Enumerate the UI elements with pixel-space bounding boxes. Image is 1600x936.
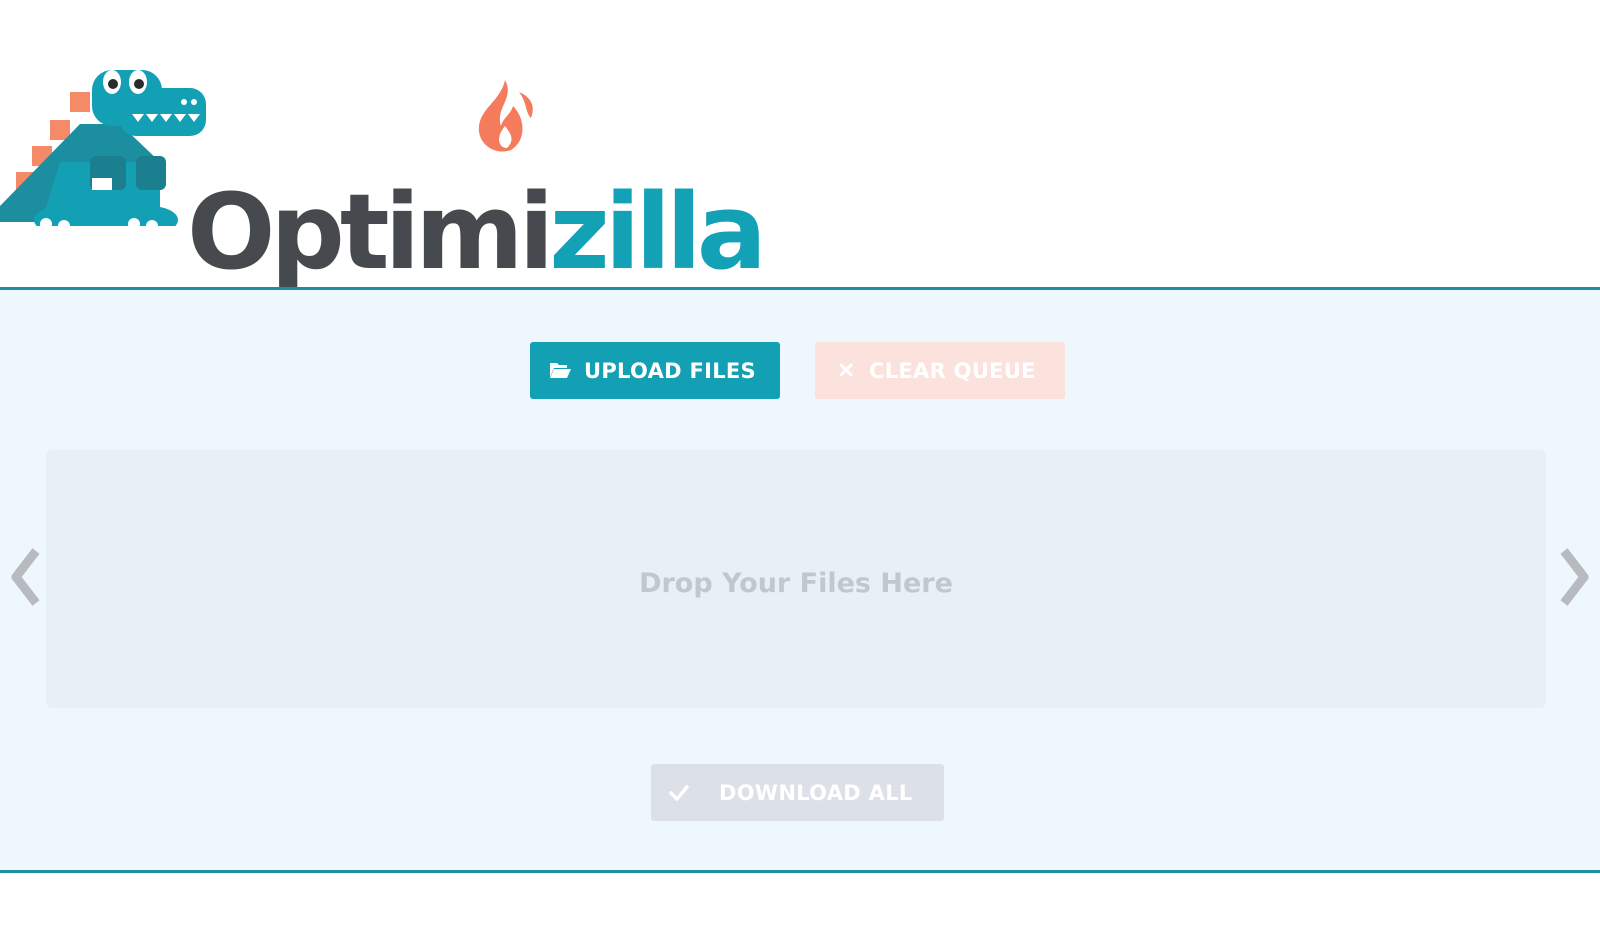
optimizilla-logo[interactable]: Optimizilla: [0, 62, 767, 284]
download-all-label: DOWNLOAD ALL: [719, 780, 913, 805]
file-dropzone[interactable]: Drop Your Files Here: [46, 450, 1546, 708]
app-frame: Optimizilla UPLOAD FILES CLEAR QUEUE Dro…: [0, 0, 1600, 936]
close-icon: [837, 358, 855, 382]
flame-icon: [478, 80, 533, 152]
upload-panel: UPLOAD FILES CLEAR QUEUE Drop Your Files…: [0, 287, 1600, 873]
logo-text-part2: zilla: [549, 171, 767, 293]
download-all-button[interactable]: DOWNLOAD ALL: [651, 764, 944, 821]
check-icon: [667, 781, 691, 805]
upload-files-label: UPLOAD FILES: [584, 358, 756, 383]
logo-text-part1: Optimi: [187, 171, 554, 293]
clear-queue-button[interactable]: CLEAR QUEUE: [815, 342, 1065, 399]
carousel-prev-button[interactable]: [6, 542, 46, 612]
dropzone-text: Drop Your Files Here: [639, 567, 953, 599]
carousel-next-button[interactable]: [1554, 542, 1594, 612]
chevron-right-icon: [1560, 548, 1589, 606]
clear-queue-label: CLEAR QUEUE: [869, 358, 1036, 383]
folder-open-icon: [548, 360, 572, 380]
logo-wordmark: Optimizilla: [187, 180, 767, 284]
chevron-left-icon: [11, 548, 40, 606]
upload-files-button[interactable]: UPLOAD FILES: [530, 342, 780, 399]
